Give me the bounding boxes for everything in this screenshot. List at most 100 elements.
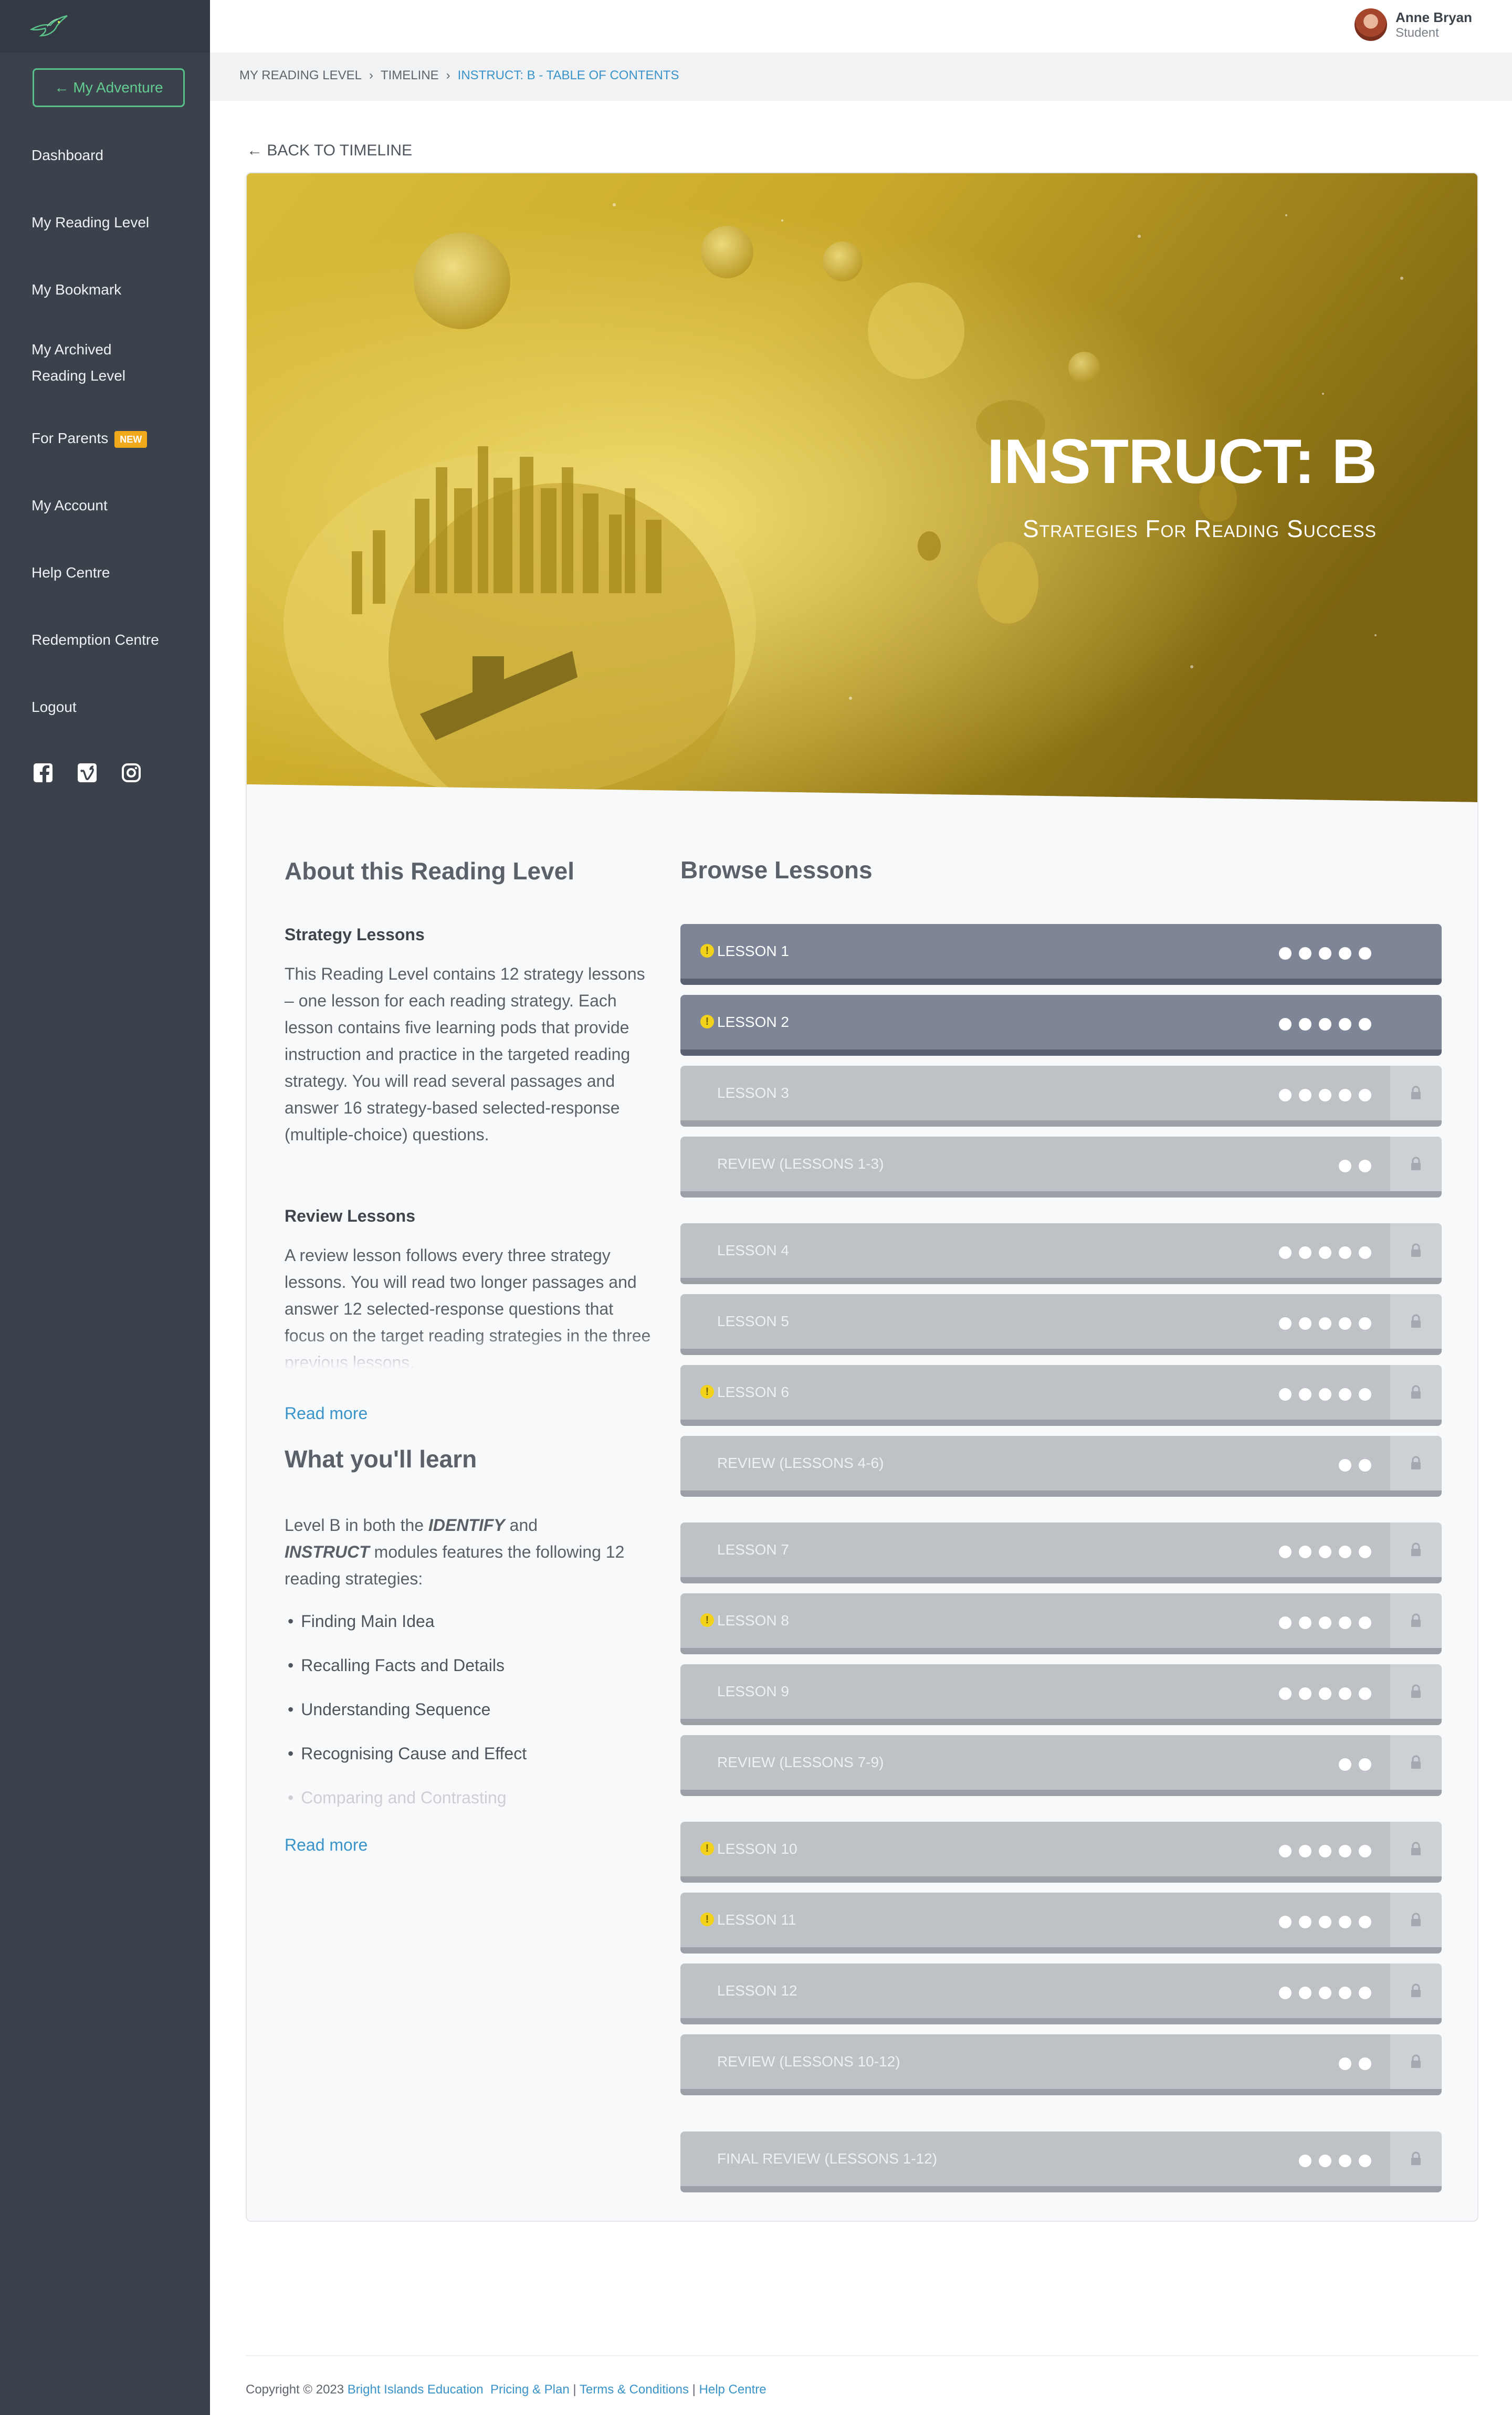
lesson-row-shadow: [680, 1490, 1442, 1497]
chevron-right-icon: ›: [369, 68, 373, 82]
lesson-row-shadow: [680, 2089, 1442, 2095]
lock-icon: [1390, 1223, 1442, 1278]
pod-dot: [1359, 1246, 1371, 1259]
pod-dot: [1319, 1018, 1331, 1031]
lesson-row[interactable]: REVIEW (LESSONS 4-6): [680, 1436, 1442, 1497]
instagram-icon[interactable]: [121, 762, 142, 783]
lesson-row[interactable]: LESSON 12: [680, 1964, 1442, 2024]
lesson-row[interactable]: LESSON 9: [680, 1664, 1442, 1725]
lesson-row[interactable]: REVIEW (LESSONS 1-3): [680, 1137, 1442, 1198]
my-adventure-button[interactable]: ← My Adventure: [33, 68, 185, 107]
learn-heading: What you'll learn: [285, 1445, 477, 1473]
arrow-left-icon: ←: [54, 79, 69, 96]
lesson-row[interactable]: REVIEW (LESSONS 7-9): [680, 1735, 1442, 1796]
sidebar-item-redemption-centre[interactable]: Redemption Centre: [32, 627, 159, 653]
user-menu[interactable]: Anne Bryan Student: [1353, 7, 1472, 42]
lesson-row-face: LESSON 4: [680, 1223, 1442, 1278]
pod-dot: [1359, 1845, 1371, 1857]
pod-dot: [1319, 1987, 1331, 1999]
lesson-row[interactable]: ! LESSON 2: [680, 995, 1442, 1056]
pod-progress-dots: [1279, 1845, 1371, 1857]
hummingbird-logo-icon[interactable]: [29, 14, 69, 39]
logo-bar: [0, 0, 210, 52]
pod-dot: [1339, 1687, 1351, 1700]
lesson-row[interactable]: ! LESSON 8: [680, 1593, 1442, 1654]
facebook-icon[interactable]: [33, 762, 54, 783]
sidebar-item-reading-level[interactable]: Reading Level: [32, 363, 125, 389]
lesson-row[interactable]: LESSON 7: [680, 1522, 1442, 1583]
avatar[interactable]: [1353, 7, 1389, 42]
lesson-row[interactable]: LESSON 4: [680, 1223, 1442, 1284]
pod-dot: [1299, 947, 1311, 960]
hero-subtitle: Strategies For Reading Success: [1022, 515, 1377, 542]
lesson-row-face: REVIEW (LESSONS 4-6): [680, 1436, 1442, 1490]
list-item: Understanding Sequence: [285, 1700, 490, 1719]
pod-dot: [1339, 2057, 1351, 2070]
lesson-row[interactable]: FINAL REVIEW (LESSONS 1-12): [680, 2132, 1442, 2192]
back-to-timeline-link[interactable]: ← BACK TO TIMELINE: [247, 142, 412, 160]
sidebar-item-my-bookmark[interactable]: My Bookmark: [32, 277, 121, 303]
footer-divider: [246, 2355, 1478, 2356]
pod-progress-dots: [1279, 1018, 1371, 1031]
terms-link[interactable]: Terms & Conditions: [580, 2382, 689, 2397]
pod-dot: [1299, 1845, 1311, 1857]
lesson-row-shadow: [680, 1577, 1442, 1583]
sidebar-item-my-reading-level[interactable]: My Reading Level: [32, 209, 149, 236]
help-centre-link[interactable]: Help Centre: [699, 2382, 766, 2397]
lesson-row[interactable]: LESSON 5: [680, 1294, 1442, 1355]
sidebar-item-my-archived[interactable]: My Archived: [32, 337, 112, 363]
pod-dot: [1319, 1845, 1331, 1857]
vimeo-icon[interactable]: [77, 762, 98, 783]
instruct-module: INSTRUCT: [285, 1542, 370, 1561]
lesson-label: LESSON 2: [717, 1014, 789, 1030]
social-links: [33, 762, 142, 783]
pod-dot: [1339, 1018, 1351, 1031]
lesson-row-shadow: [680, 1191, 1442, 1198]
lesson-row[interactable]: ! LESSON 10: [680, 1822, 1442, 1883]
lesson-row[interactable]: LESSON 3: [680, 1066, 1442, 1127]
pod-progress-dots: [1279, 1388, 1371, 1401]
pod-progress-dots: [1279, 1246, 1371, 1259]
pod-dot: [1299, 1388, 1311, 1401]
pod-dot: [1299, 1089, 1311, 1101]
lesson-row[interactable]: ! LESSON 6: [680, 1365, 1442, 1426]
company-link[interactable]: Bright Islands Education: [348, 2382, 484, 2397]
breadcrumb-timeline[interactable]: TIMELINE: [381, 68, 439, 83]
lock-icon: [1390, 1365, 1442, 1420]
lesson-row[interactable]: ! LESSON 11: [680, 1893, 1442, 1954]
in-progress-icon: !: [700, 944, 714, 958]
pod-dot: [1359, 1018, 1371, 1031]
sidebar-item-for-parents[interactable]: For Parents NEW: [32, 425, 148, 452]
lesson-row-face: LESSON 5: [680, 1294, 1442, 1349]
lock-icon: [1390, 1893, 1442, 1947]
sidebar-item-help-centre[interactable]: Help Centre: [32, 560, 110, 586]
sidebar-item-dashboard[interactable]: Dashboard: [32, 142, 103, 169]
lock-icon: [1390, 1294, 1442, 1349]
lesson-row-face: LESSON 9: [680, 1664, 1442, 1719]
list-item: Finding Main Idea: [285, 1612, 434, 1631]
back-to-timeline-label: BACK TO TIMELINE: [267, 142, 413, 159]
user-role: Student: [1395, 25, 1439, 40]
about-read-more-link[interactable]: Read more: [285, 1404, 368, 1423]
breadcrumb-my-reading-level[interactable]: MY READING LEVEL: [239, 68, 362, 83]
identify-module: IDENTIFY: [428, 1516, 505, 1535]
pod-progress-dots: [1339, 2057, 1371, 2070]
lesson-row-face: LESSON 12: [680, 1964, 1442, 2018]
pod-dot: [1359, 1388, 1371, 1401]
pod-dot: [1359, 1987, 1371, 1999]
pod-dot: [1319, 1317, 1331, 1330]
pod-dot: [1319, 1246, 1331, 1259]
my-adventure-label: My Adventure: [73, 79, 163, 96]
about-heading: About this Reading Level: [285, 857, 575, 885]
lesson-row-face: ! LESSON 8: [680, 1593, 1442, 1648]
lesson-row[interactable]: REVIEW (LESSONS 10-12): [680, 2034, 1442, 2095]
sidebar-item-my-account[interactable]: My Account: [32, 492, 108, 519]
lesson-row[interactable]: ! LESSON 1: [680, 924, 1442, 985]
level-card: INSTRUCT: B Strategies For Reading Succe…: [246, 172, 1478, 2222]
pod-dot: [1359, 1160, 1371, 1172]
learn-intro-pre: Level B in both the: [285, 1516, 424, 1535]
pricing-link[interactable]: Pricing & Plan: [490, 2382, 570, 2397]
sidebar-item-logout[interactable]: Logout: [32, 694, 77, 720]
pod-dot: [1339, 1916, 1351, 1928]
learn-read-more-link[interactable]: Read more: [285, 1835, 368, 1855]
